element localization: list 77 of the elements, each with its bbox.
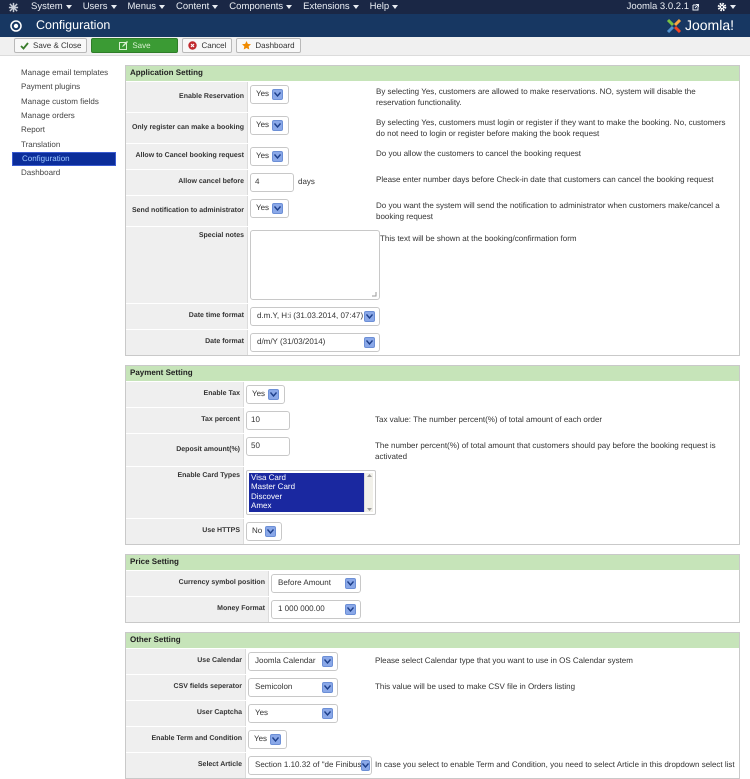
- section-header: Application Setting: [126, 66, 739, 81]
- page-title: Configuration: [36, 17, 110, 34]
- field-description: By selecting Yes, customers must login or register if they want to make the booking. No, customers do not need to login or register before making the book request: [376, 116, 726, 140]
- select-field[interactable]: Semicolon: [248, 678, 338, 697]
- unit-label: days: [298, 176, 315, 188]
- select-field[interactable]: No: [246, 522, 282, 541]
- caret-icon: [159, 5, 166, 10]
- menu-item[interactable]: Components: [229, 0, 292, 14]
- section-header: Other Setting: [126, 632, 739, 648]
- sidebar-item[interactable]: Translation: [12, 137, 116, 152]
- list-box[interactable]: Visa Card Master Card Discover Amex: [246, 470, 376, 515]
- field-description: This value will be used to make CSV file in Orders listing: [375, 680, 576, 693]
- menu-item[interactable]: Extensions: [303, 0, 359, 14]
- select-field[interactable]: Yes: [250, 116, 290, 135]
- cancel-icon: [188, 41, 198, 50]
- scroll-up-icon[interactable]: [366, 474, 372, 477]
- section-header: Price Setting: [126, 554, 739, 570]
- field-description: Do you allow the customers to cancel the booking request: [376, 148, 582, 160]
- text-field[interactable]: 50: [246, 436, 290, 456]
- logo-text: Joomla!: [684, 16, 734, 35]
- select-field[interactable]: Joomla Calendar: [248, 652, 338, 671]
- caret-icon: [352, 5, 359, 10]
- field-description: By selecting Yes, customers are allowed to make reservations. NO, system will disable the reservation functionality.: [376, 86, 697, 109]
- menu-item[interactable]: Menus: [128, 0, 166, 14]
- select-field[interactable]: d.m.Y, H:i (31.03.2014, 07:47): [250, 306, 380, 326]
- resize-grip-icon: [371, 290, 377, 297]
- field-description: Tax value: The number percent(%) of total amount of each order: [374, 414, 604, 426]
- toolbar-button[interactable]: Save & Close: [14, 38, 88, 54]
- toolbar-button[interactable]: Cancel: [182, 38, 232, 54]
- select-field[interactable]: Yes: [250, 198, 290, 218]
- text-field[interactable]: 10: [246, 410, 290, 430]
- toolbar-button[interactable]: Dashboard: [236, 38, 301, 54]
- sidebar-item[interactable]: Dashboard: [12, 166, 116, 180]
- check-icon: [20, 42, 29, 50]
- field-description: Please enter number days before Check-in date that customers can cancel the booking request: [376, 174, 715, 186]
- menu-item[interactable]: Content: [176, 0, 218, 14]
- menu-item[interactable]: Help: [370, 0, 398, 14]
- scroll-down-icon[interactable]: [366, 508, 372, 511]
- caret-icon: [730, 5, 736, 10]
- field-description: Do you want the system will send the notification to administrator when customers make/cancel a booking request: [376, 200, 721, 223]
- select-field[interactable]: d/m/Y (31/03/2014): [250, 332, 380, 352]
- scrollbar[interactable]: [364, 472, 373, 512]
- caret-icon: [212, 5, 218, 10]
- text-field[interactable]: 4: [250, 172, 294, 192]
- menu-item[interactable]: Users: [82, 0, 116, 14]
- field-description: In case you select to enable Term and Condition, you need to select Article in this dropdown select list: [375, 758, 736, 771]
- sidebar-item[interactable]: Manage email templates: [12, 66, 116, 80]
- select-field[interactable]: Section 1.10.32 of "de Finibus: [248, 756, 372, 775]
- select-field[interactable]: Yes: [250, 146, 290, 166]
- edit-icon: [119, 41, 128, 50]
- select-field[interactable]: Yes: [246, 384, 286, 404]
- sidebar-item[interactable]: Payment plugins: [12, 80, 116, 95]
- field-description: The number percent(%) of total amount that customers should pay before the booking request is activated: [374, 440, 717, 463]
- sidebar-item[interactable]: Configuration: [12, 152, 116, 166]
- select-field[interactable]: Yes: [248, 730, 288, 749]
- sidebar-item[interactable]: Report: [12, 123, 116, 138]
- section-header: Payment Setting: [126, 366, 739, 381]
- text-area[interactable]: [250, 230, 380, 300]
- menu-item[interactable]: System: [31, 0, 72, 14]
- external-link-icon: [692, 4, 699, 11]
- circle-icon: [10, 20, 22, 32]
- logo-icon: [664, 16, 683, 34]
- caret-icon: [66, 5, 72, 10]
- star-icon: [242, 41, 252, 50]
- caret-icon: [392, 5, 398, 10]
- select-field[interactable]: Yes: [250, 84, 290, 104]
- select-field[interactable]: Before Amount: [271, 574, 361, 593]
- field-description: This text will be shown at the booking/confirmation form: [380, 232, 578, 245]
- select-field[interactable]: 1 000 000.00: [271, 600, 361, 619]
- select-field[interactable]: Yes: [248, 704, 338, 723]
- field-description: Please select Calendar type that you want to use in OS Calendar system: [375, 654, 634, 667]
- sidebar-item[interactable]: Manage custom fields: [12, 94, 116, 109]
- settings-button[interactable]: [717, 2, 736, 12]
- sidebar-item[interactable]: Manage orders: [12, 108, 116, 124]
- caret-icon: [286, 5, 292, 10]
- caret-icon: [110, 5, 116, 10]
- version-link[interactable]: Joomla 3.0.2.1: [626, 0, 699, 14]
